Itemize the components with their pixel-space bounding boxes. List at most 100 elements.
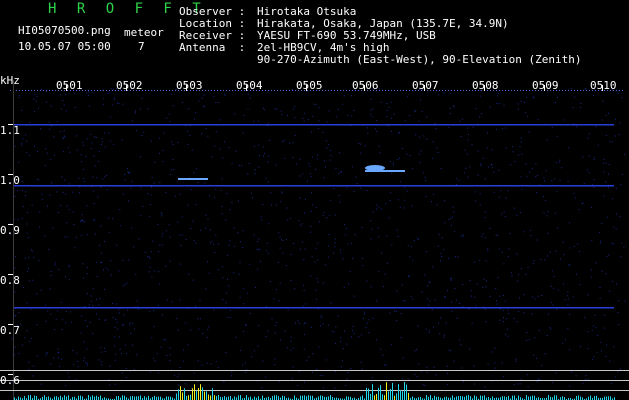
- noise-dot: [460, 344, 462, 346]
- noise-dot: [133, 246, 135, 248]
- signal-bar: [512, 395, 513, 400]
- noise-dot: [99, 298, 101, 299]
- noise-dot: [85, 362, 87, 364]
- noise-dot: [31, 249, 32, 251]
- signal-bar: [228, 396, 229, 400]
- noise-dot: [605, 273, 607, 275]
- noise-dot: [469, 348, 471, 350]
- noise-dot: [388, 125, 390, 127]
- noise-dot: [502, 320, 504, 322]
- noise-dot: [178, 384, 180, 386]
- noise-dot: [450, 217, 452, 219]
- noise-dot: [580, 106, 581, 108]
- noise-dot: [317, 259, 319, 261]
- noise-dot: [57, 310, 58, 312]
- noise-dot: [338, 173, 340, 174]
- noise-dot: [372, 211, 374, 213]
- noise-dot: [406, 153, 408, 155]
- noise-dot: [305, 303, 307, 305]
- noise-dot: [318, 346, 320, 348]
- noise-dot: [170, 169, 172, 171]
- noise-dot: [270, 192, 272, 194]
- signal-bar: [526, 395, 527, 400]
- noise-dot: [287, 309, 289, 311]
- noise-dot: [105, 267, 107, 269]
- noise-dot: [107, 269, 109, 271]
- noise-dot: [525, 339, 527, 341]
- noise-dot: [185, 239, 187, 240]
- noise-dot: [257, 345, 259, 347]
- noise-dot: [481, 113, 482, 115]
- noise-dot: [76, 352, 78, 354]
- noise-dot: [479, 116, 481, 118]
- noise-dot: [487, 248, 489, 250]
- noise-dot: [32, 375, 34, 377]
- top-dotted-row: [154, 90, 155, 91]
- noise-dot: [80, 220, 82, 222]
- noise-dot: [533, 260, 535, 262]
- noise-dot: [242, 230, 244, 232]
- signal-bar: [374, 395, 375, 400]
- noise-dot: [205, 214, 207, 216]
- noise-dot: [87, 95, 89, 97]
- noise-dot: [98, 151, 100, 153]
- noise-dot: [322, 214, 324, 216]
- noise-dot: [162, 161, 164, 163]
- top-dotted-row: [46, 90, 47, 91]
- noise-dot: [227, 317, 229, 319]
- signal-bar: [80, 395, 81, 400]
- noise-dot: [162, 232, 164, 234]
- noise-dot: [375, 208, 377, 210]
- noise-dot: [66, 205, 68, 207]
- noise-dot: [93, 155, 95, 157]
- noise-dot: [157, 372, 159, 374]
- noise-dot: [467, 139, 469, 141]
- noise-dot: [330, 302, 332, 304]
- noise-dot: [621, 97, 623, 99]
- noise-dot: [258, 144, 260, 146]
- noise-dot: [613, 346, 615, 348]
- noise-dot: [585, 375, 587, 377]
- noise-dot: [14, 267, 16, 269]
- noise-dot: [279, 282, 281, 284]
- noise-dot: [526, 332, 528, 334]
- noise-dot: [386, 110, 388, 112]
- noise-dot: [157, 223, 159, 225]
- noise-dot: [407, 96, 409, 98]
- noise-dot: [613, 226, 615, 228]
- signal-bar: [88, 395, 89, 400]
- noise-dot: [108, 231, 110, 233]
- noise-dot: [470, 290, 472, 292]
- noise-dot: [94, 136, 96, 138]
- noise-dot: [393, 113, 395, 115]
- noise-dot: [62, 191, 64, 193]
- top-dotted-row: [502, 90, 503, 91]
- noise-dot: [608, 173, 609, 175]
- noise-dot: [485, 321, 487, 323]
- top-dotted-row: [19, 90, 20, 91]
- top-dotted-row: [391, 90, 392, 91]
- noise-dot: [113, 99, 115, 101]
- noise-dot: [198, 328, 200, 330]
- noise-dot: [450, 224, 452, 226]
- noise-dot: [122, 324, 123, 326]
- top-dotted-row: [28, 90, 29, 91]
- noise-dot: [18, 312, 20, 314]
- noise-dot: [82, 263, 84, 265]
- noise-dot: [63, 130, 65, 132]
- noise-dot: [276, 204, 277, 206]
- noise-dot: [20, 323, 22, 325]
- noise-dot: [193, 172, 195, 174]
- noise-dot: [249, 97, 251, 99]
- noise-dot: [576, 273, 577, 275]
- noise-dot: [501, 251, 503, 253]
- noise-dot: [92, 176, 94, 178]
- noise-dot: [174, 374, 175, 376]
- noise-dot: [65, 276, 66, 278]
- noise-dot: [617, 92, 619, 94]
- noise-dot: [459, 302, 461, 304]
- x-tick-label: 0510: [590, 79, 617, 92]
- signal-bar: [452, 395, 453, 400]
- noise-dot: [86, 138, 88, 140]
- noise-dot: [443, 334, 445, 336]
